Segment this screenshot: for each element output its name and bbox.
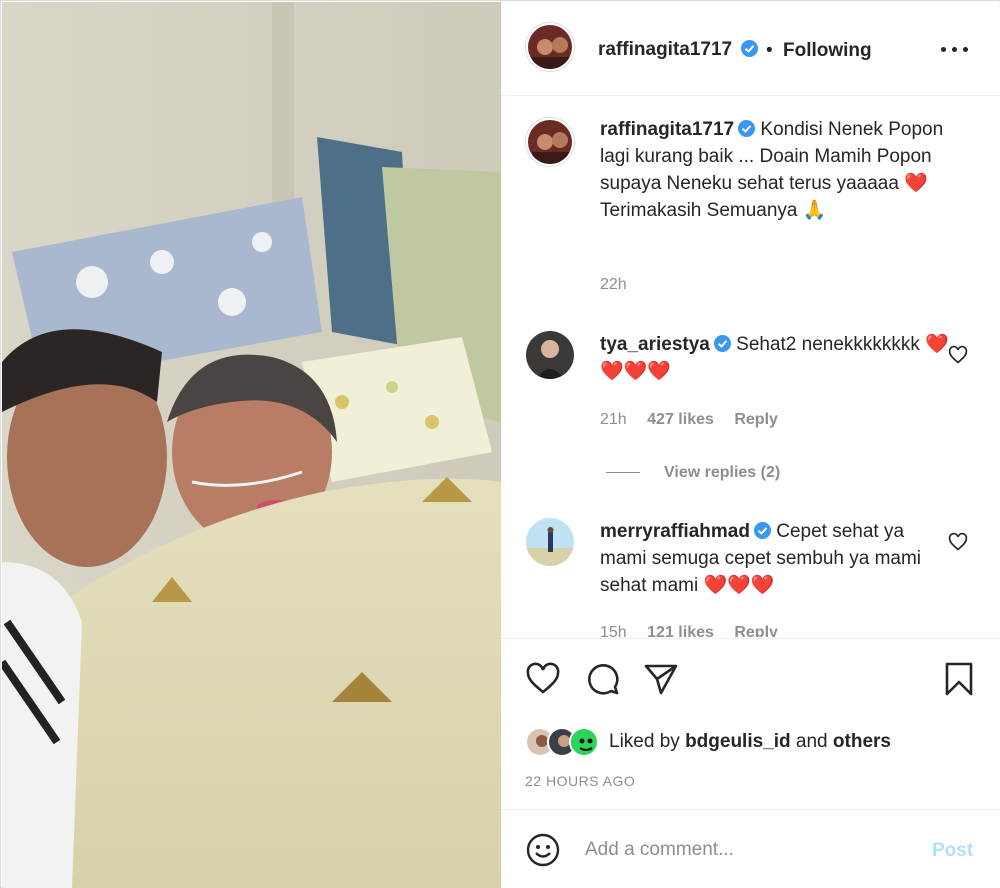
view-replies-label: View replies (2): [664, 464, 781, 481]
caption-username[interactable]: raffinagita1717: [600, 119, 734, 140]
share-paper-plane-icon[interactable]: [643, 661, 679, 697]
verified-badge-icon: [753, 520, 771, 539]
like-comment-heart-icon[interactable]: [948, 345, 968, 365]
separator-dot: •: [766, 40, 773, 61]
liker-avatar[interactable]: [569, 727, 599, 757]
caption-meta: 22h: [600, 276, 643, 294]
view-replies-button[interactable]: View replies (2): [606, 464, 780, 482]
like-comment-heart-icon[interactable]: [948, 532, 968, 552]
comment-time[interactable]: 15h: [600, 624, 627, 637]
liked-by-user[interactable]: bdgeulis_id: [685, 731, 791, 752]
author-username[interactable]: raffinagita1717: [598, 39, 732, 61]
liked-by-text: Liked by bdgeulis_id and others: [609, 731, 891, 753]
comment-item: tya_ariestya Sehat2 nenekkkkkkkk ❤️❤️❤️❤…: [526, 331, 968, 431]
comment-likes[interactable]: 121 likes: [647, 624, 714, 637]
commenter-avatar-image: [526, 518, 574, 566]
comment-input[interactable]: [585, 834, 905, 866]
liked-by-prefix: Liked by: [609, 731, 680, 752]
post-details-panel: raffinagita1717 • Following raffinagita1…: [501, 2, 1000, 888]
instagram-post-window: raffinagita1717 • Following raffinagita1…: [0, 0, 1000, 888]
caption: raffinagita1717 Kondisi Nenek Popon lagi…: [526, 116, 966, 296]
verified-badge-icon: [738, 118, 756, 137]
post-photo[interactable]: [2, 2, 501, 888]
post-actions: Liked by bdgeulis_id and others 22 HOURS…: [501, 638, 1000, 808]
caption-author-avatar[interactable]: [526, 118, 574, 166]
author-avatar-image: [528, 25, 572, 69]
post-photo-image: [2, 2, 501, 888]
add-comment-bar: Post: [501, 809, 1000, 888]
reply-button[interactable]: Reply: [734, 411, 778, 428]
verified-badge-icon: [713, 333, 731, 352]
comment-time[interactable]: 21h: [600, 411, 627, 428]
commenter-username[interactable]: merryraffiahmad: [600, 521, 750, 542]
commenter-avatar[interactable]: [526, 518, 574, 566]
caption-author-avatar-image: [528, 120, 572, 164]
save-bookmark-icon[interactable]: [941, 661, 977, 697]
comment-meta: 21h 427 likes Reply: [600, 411, 794, 429]
more-options-icon[interactable]: [937, 34, 971, 64]
comment-bubble-icon[interactable]: [585, 661, 621, 697]
like-heart-icon[interactable]: [525, 661, 561, 697]
view-replies-line: [606, 472, 640, 474]
following-button[interactable]: Following: [783, 40, 872, 62]
commenter-avatar-image: [526, 331, 574, 379]
comment-item: merryraffiahmad Cepet sehat ya mami semu…: [526, 518, 968, 637]
caption-time[interactable]: 22h: [600, 276, 627, 293]
comment-meta: 15h 121 likes Reply: [600, 624, 794, 637]
author-avatar[interactable]: [526, 23, 574, 71]
comment-likes[interactable]: 427 likes: [647, 411, 714, 428]
emoji-smiley-icon[interactable]: [525, 832, 561, 868]
liked-by-others[interactable]: others: [833, 731, 891, 752]
reply-button[interactable]: Reply: [734, 624, 778, 637]
caption-text-block: raffinagita1717 Kondisi Nenek Popon lagi…: [600, 116, 950, 224]
liked-by-middle: and: [795, 731, 828, 752]
comments-list[interactable]: raffinagita1717 Kondisi Nenek Popon lagi…: [501, 97, 1000, 637]
commenter-avatar[interactable]: [526, 331, 574, 379]
verified-badge-icon: [741, 40, 758, 57]
comment-text-block: tya_ariestya Sehat2 nenekkkkkkkk ❤️❤️❤️❤…: [600, 331, 950, 385]
post-timestamp[interactable]: 22 HOURS AGO: [525, 773, 635, 789]
comment-text-block: merryraffiahmad Cepet sehat ya mami semu…: [600, 518, 950, 599]
commenter-username[interactable]: tya_ariestya: [600, 334, 710, 355]
post-button[interactable]: Post: [932, 840, 973, 862]
post-header: raffinagita1717 • Following: [501, 2, 1000, 96]
